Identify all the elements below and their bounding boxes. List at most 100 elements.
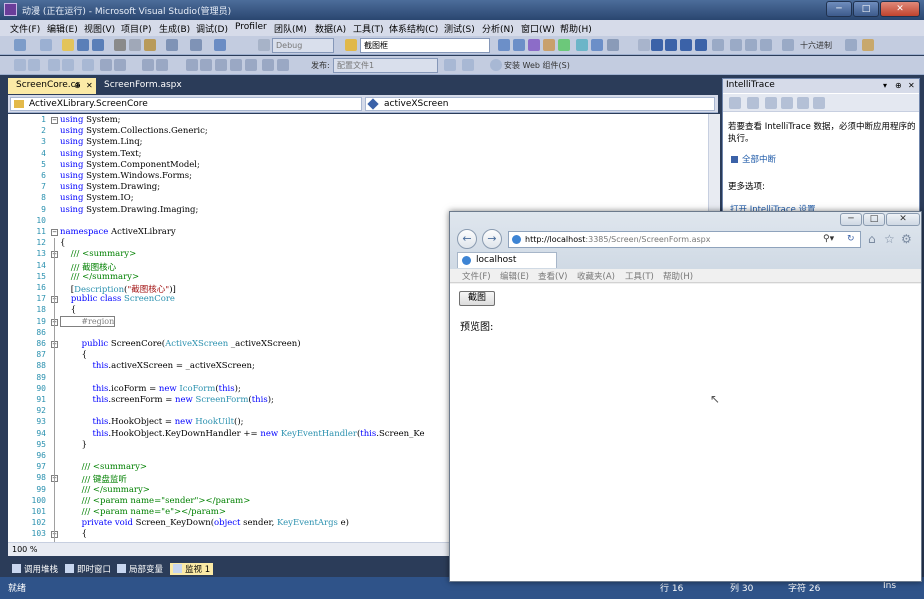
options-icon[interactable] (607, 39, 619, 51)
type-dropdown[interactable]: ActiveXLibrary.ScreenCore (10, 97, 362, 111)
close-tab-icon[interactable]: ✕ (86, 78, 93, 93)
collapse-region-icon[interactable]: − (51, 229, 58, 236)
center-vertical-icon[interactable] (277, 59, 289, 71)
publish-web-icon[interactable] (444, 59, 456, 71)
tab-screenform-aspx[interactable]: ScreenForm.aspx (96, 78, 182, 94)
menu-test[interactable]: 测试(S) (444, 22, 475, 35)
step-over-icon[interactable] (745, 39, 757, 51)
find-in-files-icon[interactable] (345, 39, 357, 51)
zoom-level[interactable]: 100 % (12, 545, 37, 554)
center-horizontal-icon[interactable] (262, 59, 274, 71)
open-file-icon[interactable] (62, 39, 74, 51)
break-all-link[interactable]: 全部中断 (742, 153, 776, 165)
copy-icon[interactable] (129, 39, 141, 51)
browser-minimize-button[interactable]: ─ (840, 213, 862, 226)
new-project-icon[interactable] (14, 39, 26, 51)
object-browser-icon[interactable] (528, 39, 540, 51)
indent-icon[interactable] (28, 59, 40, 71)
comment-icon[interactable] (48, 59, 60, 71)
restart-icon[interactable] (695, 39, 707, 51)
cut-icon[interactable] (114, 39, 126, 51)
tab-immediate-window[interactable]: 即时窗口 (65, 563, 111, 575)
calls-view-icon[interactable] (765, 97, 777, 109)
browser-menu-edit[interactable]: 编辑(E) (500, 270, 529, 282)
increase-indent-icon[interactable] (114, 59, 126, 71)
publish-profile-combo[interactable]: 配置文件1 (333, 58, 438, 73)
solution-config-combo[interactable]: Debug (272, 38, 334, 53)
browser-menu-view[interactable]: 查看(V) (538, 270, 567, 282)
pause-icon[interactable] (665, 39, 677, 51)
menu-file[interactable]: 文件(F) (10, 22, 40, 35)
format-icon[interactable] (14, 59, 26, 71)
undo-icon[interactable] (166, 39, 178, 51)
menu-debug[interactable]: 调试(D) (196, 22, 228, 35)
browser-menu-favorites[interactable]: 收藏夹(A) (577, 270, 615, 282)
browser-menu-file[interactable]: 文件(F) (462, 270, 491, 282)
start-debugging-icon[interactable] (258, 39, 270, 51)
browser-menu-help[interactable]: 帮助(H) (663, 270, 693, 282)
decrease-indent-icon[interactable] (100, 59, 112, 71)
web-one-click-icon[interactable] (462, 59, 474, 71)
menu-profiler[interactable]: Profiler (235, 22, 267, 32)
pin-icon[interactable]: ⊕ (74, 78, 81, 93)
member-dropdown[interactable]: activeXScreen (365, 97, 715, 111)
start-page-icon[interactable] (576, 39, 588, 51)
search-icon[interactable]: ⚲▾ (823, 232, 834, 247)
home-icon[interactable]: ⌂ (868, 232, 876, 246)
hex-display-toggle[interactable]: 十六进制 (800, 40, 832, 51)
menu-help[interactable]: 帮助(H) (560, 22, 592, 35)
save-icon[interactable] (813, 97, 825, 109)
install-web-components-button[interactable]: 安装 Web 组件(S) (504, 60, 570, 71)
tab-watch-1[interactable]: 监视 1 (170, 563, 214, 575)
maximize-button[interactable]: □ (853, 1, 879, 17)
browser-menu-tools[interactable]: 工具(T) (625, 270, 654, 282)
menu-architecture[interactable]: 体系结构(C) (389, 22, 438, 35)
breakpoints-icon[interactable] (782, 39, 794, 51)
browser-maximize-button[interactable]: □ (863, 213, 885, 226)
show-next-statement-icon[interactable] (712, 39, 724, 51)
menu-edit[interactable]: 编辑(E) (47, 22, 78, 35)
menu-project[interactable]: 项目(P) (121, 22, 151, 35)
menu-analyze[interactable]: 分析(N) (482, 22, 514, 35)
align-center-icon[interactable] (156, 59, 168, 71)
step-into-icon[interactable] (730, 39, 742, 51)
justify-icon[interactable] (200, 59, 212, 71)
align-left-icon[interactable] (142, 59, 154, 71)
menu-build[interactable]: 生成(B) (159, 22, 190, 35)
minimize-button[interactable]: ─ (826, 1, 852, 17)
menu-view[interactable]: 视图(V) (84, 22, 115, 35)
search-icon[interactable] (747, 97, 759, 109)
dropdown-icon[interactable]: ▾ (883, 79, 887, 92)
redo-icon[interactable] (190, 39, 202, 51)
address-bar[interactable]: http://localhost:3385/Screen/ScreenForm.… (508, 231, 861, 248)
browser-tab[interactable]: localhost (457, 252, 557, 268)
navigate-backward-icon[interactable] (214, 39, 226, 51)
back-icon[interactable]: ← (457, 229, 477, 249)
refresh-icon[interactable]: ↻ (847, 232, 855, 247)
threads-icon[interactable] (845, 39, 857, 51)
save-all-icon[interactable] (92, 39, 104, 51)
menu-tools[interactable]: 工具(T) (353, 22, 384, 35)
filter-icon[interactable] (729, 97, 741, 109)
bookmark-icon[interactable] (82, 59, 94, 71)
step-out-icon[interactable] (760, 39, 772, 51)
play-icon[interactable] (651, 39, 663, 51)
toolbar-options-icon[interactable] (862, 39, 874, 51)
extension-manager-icon[interactable] (558, 39, 570, 51)
send-to-back-icon[interactable] (230, 59, 242, 71)
menu-team[interactable]: 团队(M) (274, 22, 307, 35)
menu-window[interactable]: 窗口(W) (521, 22, 555, 35)
events-view-icon[interactable] (781, 97, 793, 109)
stop-icon[interactable] (680, 39, 692, 51)
uncomment-icon[interactable] (62, 59, 74, 71)
add-item-icon[interactable] (40, 39, 52, 51)
browser-close-button[interactable]: ✕ (886, 213, 920, 226)
tools-gear-icon[interactable]: ⚙ (901, 232, 912, 246)
toolbox-icon[interactable] (543, 39, 555, 51)
find-combo[interactable]: 截图框 (360, 38, 490, 53)
save-icon[interactable] (77, 39, 89, 51)
solution-explorer-icon[interactable] (498, 39, 510, 51)
output-icon[interactable] (591, 39, 603, 51)
continue-icon[interactable] (638, 39, 650, 51)
paste-icon[interactable] (144, 39, 156, 51)
